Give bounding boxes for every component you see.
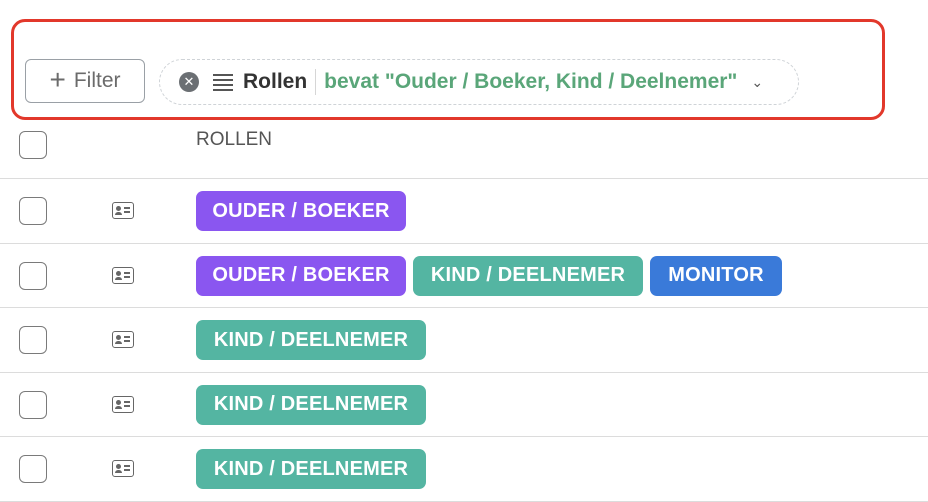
column-header-rollen: ROLLEN xyxy=(196,129,273,150)
role-tag: KIND / DEELNEMER xyxy=(196,449,426,490)
row-divider xyxy=(0,371,928,373)
contact-card-icon[interactable] xyxy=(112,331,134,349)
row-divider xyxy=(0,436,928,437)
filter-field-label: Rollen xyxy=(243,70,308,93)
row-checkbox[interactable] xyxy=(19,326,47,355)
contact-card-icon[interactable] xyxy=(112,395,134,413)
role-tag: KIND / DEELNEMER xyxy=(196,384,426,425)
contact-card-icon[interactable] xyxy=(112,266,134,284)
chevron-down-icon[interactable]: ⌄ xyxy=(751,74,763,91)
row-checkbox[interactable] xyxy=(19,390,47,419)
row-divider xyxy=(0,307,928,308)
row-divider xyxy=(0,242,928,244)
add-filter-label: Filter xyxy=(73,69,121,92)
select-all-checkbox[interactable] xyxy=(19,131,47,159)
contact-card-icon[interactable] xyxy=(112,202,134,220)
contact-card-icon[interactable] xyxy=(112,460,134,478)
role-tag: MONITOR xyxy=(650,255,782,296)
filter-condition: bevat "Ouder / Boeker, Kind / Deelnemer" xyxy=(324,70,738,93)
row-checkbox[interactable] xyxy=(19,455,47,484)
list-icon xyxy=(213,73,233,91)
close-circle-icon[interactable]: ✕ xyxy=(179,72,199,92)
add-filter-button[interactable]: + Filter xyxy=(25,59,145,103)
role-tag: KIND / DEELNEMER xyxy=(413,255,643,296)
plus-icon: + xyxy=(49,63,66,95)
row-divider xyxy=(0,500,928,502)
role-tag: OUDER / BOEKER xyxy=(196,191,406,232)
role-tag: OUDER / BOEKER xyxy=(196,255,406,296)
role-tag: KIND / DEELNEMER xyxy=(196,320,426,361)
row-checkbox[interactable] xyxy=(19,197,47,226)
row-divider xyxy=(0,178,928,179)
chip-divider xyxy=(315,69,317,95)
row-checkbox[interactable] xyxy=(19,261,47,290)
filter-chip[interactable]: ✕ Rollen bevat "Ouder / Boeker, Kind / D… xyxy=(159,59,799,105)
